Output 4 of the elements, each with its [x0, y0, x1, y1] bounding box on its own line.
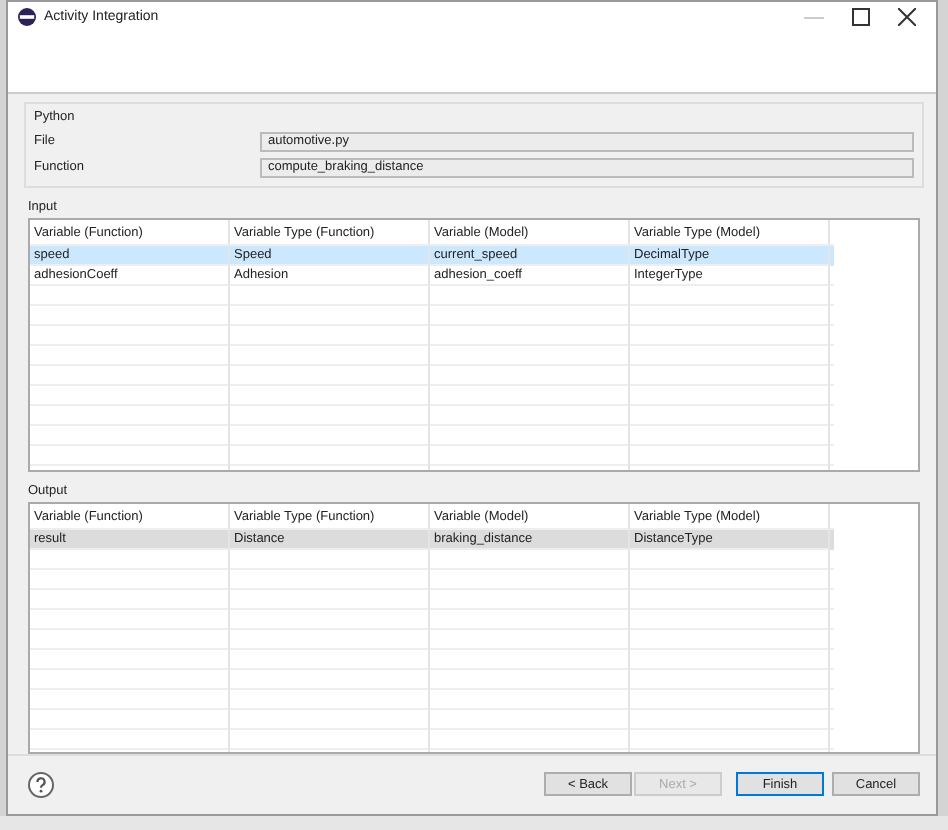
help-icon[interactable]: [28, 771, 54, 798]
maximize-icon[interactable]: [852, 8, 870, 27]
app-logo-icon: [18, 8, 36, 27]
close-icon[interactable]: [898, 8, 916, 27]
